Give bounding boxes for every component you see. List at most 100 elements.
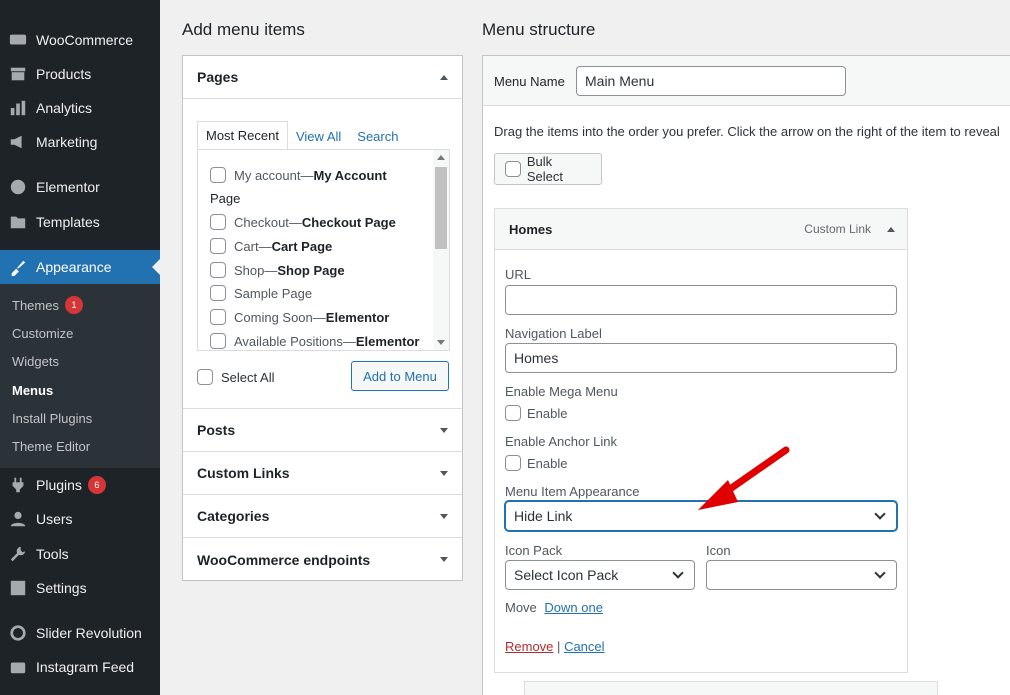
accordion-title: Categories	[197, 508, 270, 524]
sidebar-item-instagram-feed[interactable]: Instagram Feed	[0, 650, 160, 684]
sidebar-item-templates[interactable]: Templates	[0, 205, 160, 239]
next-menu-item[interactable]	[524, 681, 938, 695]
sidebar-item-plugins[interactable]: Plugins 6	[0, 468, 160, 502]
page-checkbox[interactable]	[210, 238, 226, 254]
icon-pack-select[interactable]: Select Icon Pack	[505, 560, 695, 590]
cancel-link[interactable]: Cancel	[564, 639, 604, 654]
archive-icon	[0, 65, 36, 83]
list-item[interactable]: Available Positions — Elementor	[210, 333, 419, 349]
anchor-link-checkbox[interactable]	[505, 455, 521, 471]
page-state: Elementor	[325, 309, 390, 325]
sidebar-item-woocommerce[interactable]: WooCommerce	[0, 23, 160, 57]
sidebar-item-appearance[interactable]: Appearance	[0, 250, 160, 284]
accordion-title: Posts	[197, 422, 236, 438]
scroll-up-icon[interactable]	[437, 155, 445, 160]
submenu-label: Theme Editor	[12, 439, 91, 454]
scrollbar[interactable]	[433, 150, 449, 350]
sidebar-item-elementor[interactable]: Elementor	[0, 170, 160, 204]
action-divider: |	[557, 639, 561, 654]
mega-menu-label: Enable Mega Menu	[505, 384, 618, 399]
mega-menu-toggle[interactable]: Enable	[505, 405, 567, 421]
list-item[interactable]: Sample Page	[210, 285, 312, 301]
tab-search[interactable]: Search	[349, 123, 406, 150]
bulk-select-button[interactable]: Bulk Select	[494, 153, 602, 185]
custom-links-accordion-header[interactable]: Custom Links	[183, 452, 462, 495]
submenu-item-menus[interactable]: Menus	[12, 383, 53, 398]
sidebar-item-label: Tools	[36, 546, 69, 562]
page-state: Elementor	[355, 333, 420, 349]
page-name: My account	[234, 167, 301, 183]
sidebar-item-products[interactable]: Products	[0, 57, 160, 91]
sidebar-item-analytics[interactable]: Analytics	[0, 91, 160, 125]
select-value: Select Icon Pack	[514, 567, 619, 583]
accordion-title: WooCommerce endpoints	[197, 551, 371, 568]
page-checkbox[interactable]	[210, 214, 226, 230]
sidebar-item-label: Analytics	[36, 100, 93, 116]
page-checkbox[interactable]	[210, 167, 226, 183]
tab-view-all[interactable]: View All	[288, 123, 349, 150]
collapse-arrow-icon[interactable]	[440, 74, 448, 80]
woocommerce-endpoints-accordion-header[interactable]: WooCommerce endpoints	[183, 538, 462, 581]
list-item[interactable]: Shop — Shop Page	[210, 262, 345, 278]
admin-sidebar: WooCommerce Products Analytics Marketing…	[0, 0, 160, 695]
list-item[interactable]: Checkout — Checkout Page	[210, 214, 396, 230]
page-checkbox[interactable]	[210, 285, 226, 301]
sidebar-item-settings[interactable]: Settings	[0, 571, 160, 605]
update-count-badge: 6	[87, 476, 106, 494]
submenu-item-theme-editor[interactable]: Theme Editor	[12, 439, 90, 454]
expand-arrow-icon[interactable]	[440, 470, 448, 476]
add-menu-items-panel: Pages Most Recent View All Search My acc…	[182, 55, 463, 581]
select-all[interactable]: Select All	[197, 369, 274, 385]
select-all-checkbox[interactable]	[197, 369, 213, 385]
page-state: My Account	[313, 167, 387, 183]
url-input[interactable]	[505, 285, 897, 315]
page-state: Checkout Page	[301, 214, 396, 230]
sidebar-item-users[interactable]: Users	[0, 502, 160, 536]
page-checkbox[interactable]	[210, 309, 226, 325]
remove-link[interactable]: Remove	[505, 639, 553, 654]
submenu-item-customize[interactable]: Customize	[12, 326, 73, 341]
select-all-label: Select All	[221, 369, 275, 385]
menu-name-input[interactable]: Main Menu	[576, 66, 846, 96]
page-name: Coming Soon	[234, 309, 313, 325]
pages-accordion-header[interactable]: Pages	[183, 56, 462, 99]
posts-accordion-header[interactable]: Posts	[183, 409, 462, 452]
plug-icon	[0, 476, 36, 494]
list-item[interactable]: Coming Soon — Elementor	[210, 309, 389, 325]
expand-arrow-icon[interactable]	[440, 557, 448, 562]
checkbox-label: Enable	[527, 455, 568, 471]
submenu-item-widgets[interactable]: Widgets	[12, 354, 59, 369]
submenu-item-install-plugins[interactable]: Install Plugins	[12, 411, 92, 426]
categories-accordion-header[interactable]: Categories	[183, 495, 462, 538]
menu-structure-panel: Menu Name Main Menu Drag the items into …	[482, 55, 1010, 695]
bar-chart-icon	[0, 99, 36, 117]
page-checkbox[interactable]	[210, 333, 226, 349]
navigation-label-input[interactable]: Homes	[505, 343, 897, 373]
menu-item-header[interactable]: Homes Custom Link	[495, 209, 907, 250]
sidebar-item-slider-revolution[interactable]: Slider Revolution	[0, 616, 160, 650]
expand-arrow-icon[interactable]	[440, 427, 448, 433]
add-to-menu-button[interactable]: Add to Menu	[351, 361, 449, 391]
move-down-link[interactable]: Down one	[544, 600, 603, 615]
collapse-arrow-icon[interactable]	[887, 226, 895, 232]
expand-arrow-icon[interactable]	[440, 513, 448, 519]
icon-select[interactable]	[706, 560, 897, 590]
page-name: Shop	[234, 262, 265, 278]
sidebar-item-label: Templates	[36, 214, 100, 230]
bulk-select-checkbox[interactable]	[505, 161, 521, 177]
separator: —	[342, 333, 356, 349]
sidebar-item-label: Slider Revolution	[36, 625, 142, 641]
submenu-item-themes[interactable]: Themes 1	[12, 296, 83, 314]
list-item[interactable]: Cart — Cart Page	[210, 238, 332, 254]
mega-menu-checkbox[interactable]	[505, 405, 521, 421]
page-checkbox[interactable]	[210, 262, 226, 278]
sidebar-item-marketing[interactable]: Marketing	[0, 125, 160, 159]
scroll-down-icon[interactable]	[437, 340, 445, 345]
list-item[interactable]: My account — My Account	[210, 167, 387, 183]
anchor-link-toggle[interactable]: Enable	[505, 455, 567, 471]
tab-most-recent[interactable]: Most Recent	[197, 121, 288, 150]
scrollbar-thumb[interactable]	[435, 167, 447, 249]
icon-label: Icon	[706, 543, 731, 558]
pages-checklist[interactable]: My account — My Account Page Checkout — …	[197, 149, 450, 351]
sidebar-item-tools[interactable]: Tools	[0, 537, 160, 571]
